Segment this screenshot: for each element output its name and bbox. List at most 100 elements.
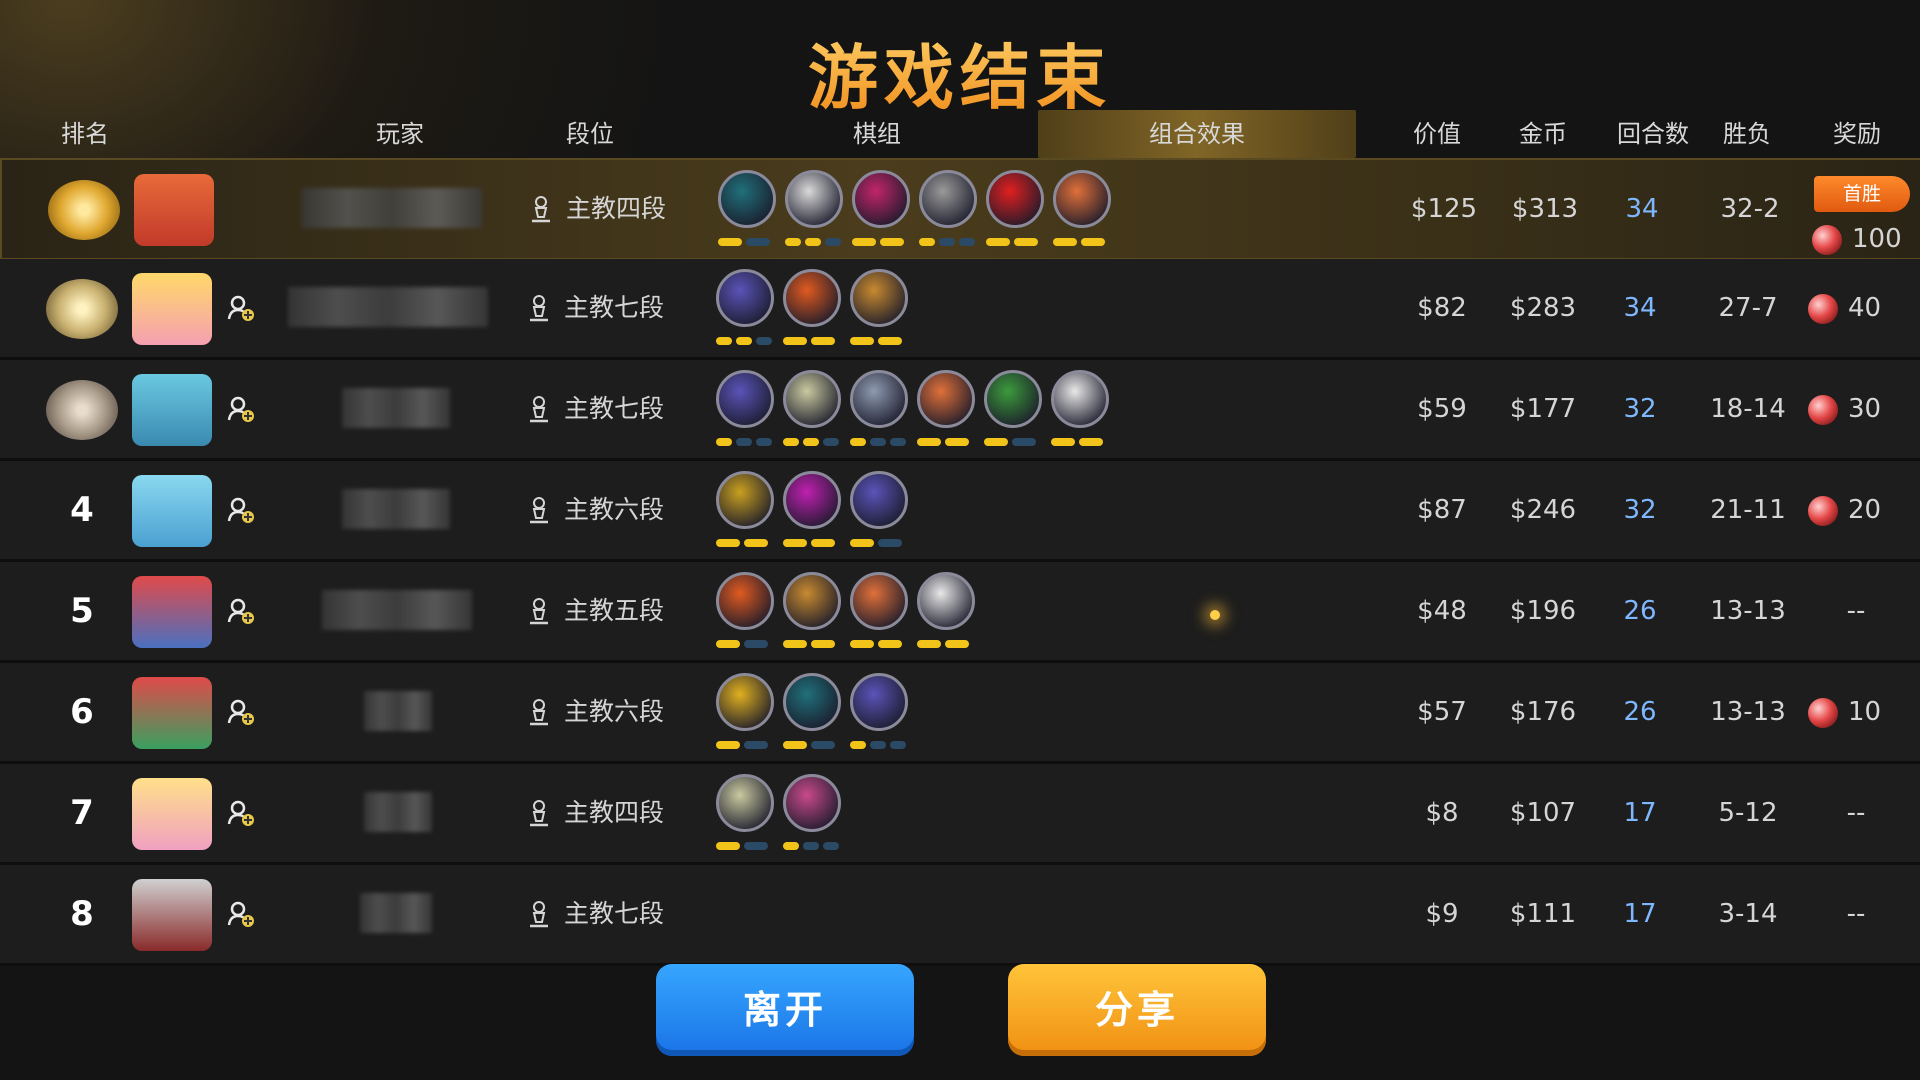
player-name-blurred — [288, 287, 488, 327]
avatar[interactable] — [132, 576, 212, 648]
synergy-level-segment — [783, 539, 807, 547]
synergy-trait-icon[interactable] — [783, 572, 841, 630]
winloss-cell: 13-13 — [1710, 697, 1786, 727]
page-title: 游戏结束 — [0, 22, 1920, 123]
bishop-tier-icon — [530, 396, 548, 423]
synergy-trait-icon[interactable] — [986, 170, 1044, 228]
synergy-level-segment — [783, 842, 799, 850]
synergy-level-segment — [716, 842, 740, 850]
synergy-level-segment — [850, 438, 866, 446]
reward-amount: 40 — [1848, 293, 1882, 323]
synergy-trait-icon[interactable] — [716, 471, 774, 529]
synergy-trait-icon[interactable] — [850, 269, 908, 327]
player-name-blurred — [364, 691, 432, 731]
rank-number: 4 — [70, 490, 94, 530]
winloss-cell: 27-7 — [1718, 293, 1778, 323]
table-row: 8 主教七段 $9 $111 17 3-14 -- — [0, 865, 1920, 966]
synergy-trait-icon[interactable] — [1051, 370, 1109, 428]
reward-amount: 30 — [1848, 394, 1882, 424]
synergy-level-segment — [746, 238, 770, 246]
gem-icon — [1808, 394, 1838, 425]
tier-label: 主教七段 — [564, 394, 665, 423]
synergy-trait-icon[interactable] — [716, 673, 774, 731]
synergy-trait-icon[interactable] — [783, 269, 841, 327]
gold-medal-icon — [48, 180, 120, 240]
reward-cell: -- — [1846, 596, 1866, 626]
synergy-trait-icon[interactable] — [716, 774, 774, 832]
synergy-trait-icon[interactable] — [850, 572, 908, 630]
header-player: 玩家 — [376, 120, 424, 148]
add-friend-icon[interactable] — [226, 394, 256, 424]
rank-number: 5 — [70, 591, 94, 631]
leave-button[interactable]: 离开 — [656, 964, 914, 1056]
synergy-level-segment — [850, 539, 874, 547]
synergy-trait-icon[interactable] — [718, 170, 776, 228]
synergy-level-segment — [783, 337, 807, 345]
synergy-trait-icon[interactable] — [783, 774, 841, 832]
synergy-trait-icon[interactable] — [716, 269, 774, 327]
add-friend-icon[interactable] — [226, 596, 256, 626]
synergy-level-segment — [756, 438, 772, 446]
rounds-cell: 32 — [1623, 394, 1657, 424]
share-button[interactable]: 分享 — [1008, 964, 1266, 1056]
gem-icon — [1812, 224, 1842, 255]
synergy-trait-icon[interactable] — [917, 572, 975, 630]
synergy-trait-icon[interactable] — [850, 471, 908, 529]
reward-cell: 10 — [1808, 663, 1920, 761]
synergy-level-segment — [984, 438, 1008, 446]
synergy-level-segment — [783, 640, 807, 648]
tier-label: 主教六段 — [564, 697, 665, 726]
add-friend-icon[interactable] — [226, 697, 256, 727]
synergy-trait-icon[interactable] — [917, 370, 975, 428]
synergy-trait-icon[interactable] — [785, 170, 843, 228]
add-friend-icon[interactable] — [226, 899, 256, 929]
add-friend-icon[interactable] — [226, 495, 256, 525]
tier-label: 主教五段 — [564, 596, 665, 625]
gold-cell: $246 — [1509, 495, 1577, 525]
avatar[interactable] — [132, 273, 212, 345]
header-winloss: 胜负 — [1723, 120, 1771, 148]
avatar[interactable] — [132, 778, 212, 850]
synergy-trait-icon[interactable] — [716, 572, 774, 630]
synergy-trait-icon[interactable] — [783, 673, 841, 731]
bishop-tier-icon — [530, 295, 548, 322]
synergy-level-segment — [890, 741, 906, 749]
synergy-trait-icon[interactable] — [850, 673, 908, 731]
avatar[interactable] — [132, 475, 212, 547]
synergy-trait-icon[interactable] — [716, 370, 774, 428]
gold-cell: $107 — [1509, 798, 1577, 828]
header-rounds: 回合数 — [1617, 120, 1689, 148]
synergy-level-segment — [811, 337, 835, 345]
synergy-trait-icon[interactable] — [850, 370, 908, 428]
avatar[interactable] — [132, 879, 212, 951]
synergy-trait-icon[interactable] — [984, 370, 1042, 428]
table-row: 4 主教六段 $87 $246 32 21-11 20 — [0, 461, 1920, 562]
synergy-level-segment — [1014, 238, 1038, 246]
bishop-tier-icon — [530, 497, 548, 524]
synergy-trait-icon[interactable] — [1053, 170, 1111, 228]
synergy-trait-icon[interactable] — [783, 370, 841, 428]
table-header: 排名 玩家 段位 棋组 组合效果 价值 金币 回合数 胜负 奖励 — [0, 110, 1920, 158]
tab-lineup[interactable]: 棋组 — [822, 110, 932, 158]
tier-label: 主教七段 — [564, 293, 665, 322]
synergy-trait-icon[interactable] — [783, 471, 841, 529]
silver-medal-icon — [46, 279, 118, 339]
table-row: 主教七段 $59 $177 32 18-14 30 — [0, 360, 1920, 461]
avatar[interactable] — [134, 174, 214, 246]
add-friend-icon[interactable] — [226, 293, 256, 323]
table-row: 5 主教五段 $48 $196 26 13-13 -- — [0, 562, 1920, 663]
add-friend-icon[interactable] — [226, 798, 256, 828]
synergy-level-segment — [811, 741, 835, 749]
synergy-level-segment — [811, 640, 835, 648]
synergy-level-segment — [878, 539, 902, 547]
value-cell: $125 — [1410, 194, 1478, 224]
bishop-tier-icon — [532, 196, 550, 223]
synergy-trait-icon[interactable] — [919, 170, 977, 228]
synergy-trait-icon[interactable] — [852, 170, 910, 228]
tab-synergy[interactable]: 组合效果 — [1038, 110, 1356, 158]
synergy-level-segment — [919, 238, 935, 246]
avatar[interactable] — [132, 374, 212, 446]
header-rank: 排名 — [61, 120, 109, 148]
synergy-level-segment — [823, 842, 839, 850]
avatar[interactable] — [132, 677, 212, 749]
